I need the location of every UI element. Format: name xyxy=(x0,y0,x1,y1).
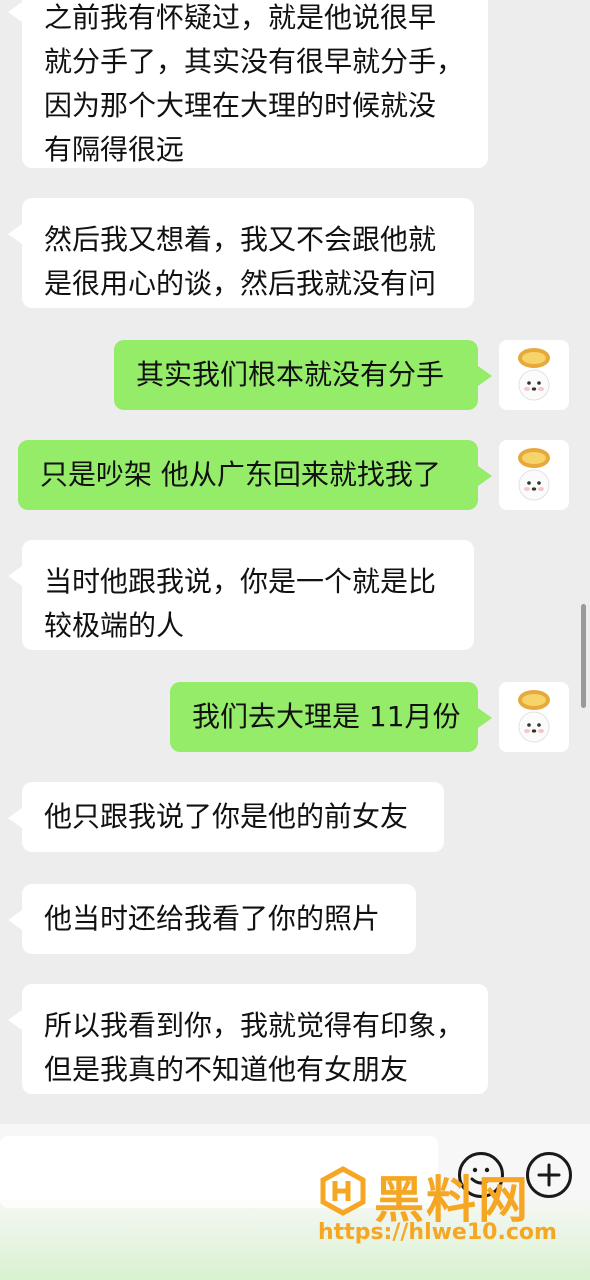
message-line: 只是吵架 他从广东回来就找我了 xyxy=(40,458,441,491)
message-line: 但是我真的不知道他有女朋友 xyxy=(44,1053,409,1086)
message-line: 较极端的人 xyxy=(44,609,185,642)
message-line: 当时他跟我说，你是一个就是比 xyxy=(44,565,437,598)
watermark: 黑料网 https://hlwe10.com xyxy=(318,1160,588,1252)
chat-scrollbar[interactable] xyxy=(581,604,586,708)
watermark-url: https://hlwe10.com xyxy=(318,1220,557,1245)
message-line: 之前我有怀疑过，就是他说很早 xyxy=(44,1,437,34)
message-line: 是很用心的谈，然后我就没有问 xyxy=(44,267,437,300)
dog-with-egg-tart-avatar-icon[interactable] xyxy=(499,340,569,410)
message-line: 然后我又想着，我又不会跟他就 xyxy=(44,223,437,256)
message-line: 所以我看到你，我就觉得有印象， xyxy=(44,1009,465,1042)
message-line: 有隔得很远 xyxy=(44,133,185,166)
message-line: 他当时还给我看了你的照片 xyxy=(44,902,381,935)
dog-with-egg-tart-avatar-icon[interactable] xyxy=(499,682,569,752)
message-line: 就分手了，其实没有很早就分手， xyxy=(44,45,465,78)
message-bubble-received[interactable]: 当时他跟我说，你是一个就是比 较极端的人 xyxy=(8,540,474,650)
message-bubble-sent[interactable]: 只是吵架 他从广东回来就找我了 xyxy=(18,440,492,510)
chat-screen: 之前我有怀疑过，就是他说很早 就分手了，其实没有很早就分手， 因为那个大理在大理… xyxy=(0,0,590,1280)
message-line: 其实我们根本就没有分手 xyxy=(136,358,445,391)
message-bubble-received[interactable]: 他只跟我说了你是他的前女友 xyxy=(8,782,444,852)
message-line: 我们去大理是 11月份 xyxy=(192,700,461,733)
watermark-logo-icon xyxy=(320,1166,366,1216)
message-bubble-sent[interactable]: 其实我们根本就没有分手 xyxy=(114,340,492,410)
message-bubble-received[interactable]: 所以我看到你，我就觉得有印象， 但是我真的不知道他有女朋友 xyxy=(8,984,488,1094)
message-bubble-sent[interactable]: 我们去大理是 11月份 xyxy=(170,682,492,752)
message-line: 他只跟我说了你是他的前女友 xyxy=(44,800,409,833)
message-line: 因为那个大理在大理的时候就没 xyxy=(44,89,437,122)
message-bubble-received[interactable]: 他当时还给我看了你的照片 xyxy=(8,884,416,954)
dog-with-egg-tart-avatar-icon[interactable] xyxy=(499,440,569,510)
message-bubble-received[interactable]: 然后我又想着，我又不会跟他就 是很用心的谈，然后我就没有问 xyxy=(8,198,474,308)
message-bubble-received[interactable]: 之前我有怀疑过，就是他说很早 就分手了，其实没有很早就分手， 因为那个大理在大理… xyxy=(8,0,488,168)
